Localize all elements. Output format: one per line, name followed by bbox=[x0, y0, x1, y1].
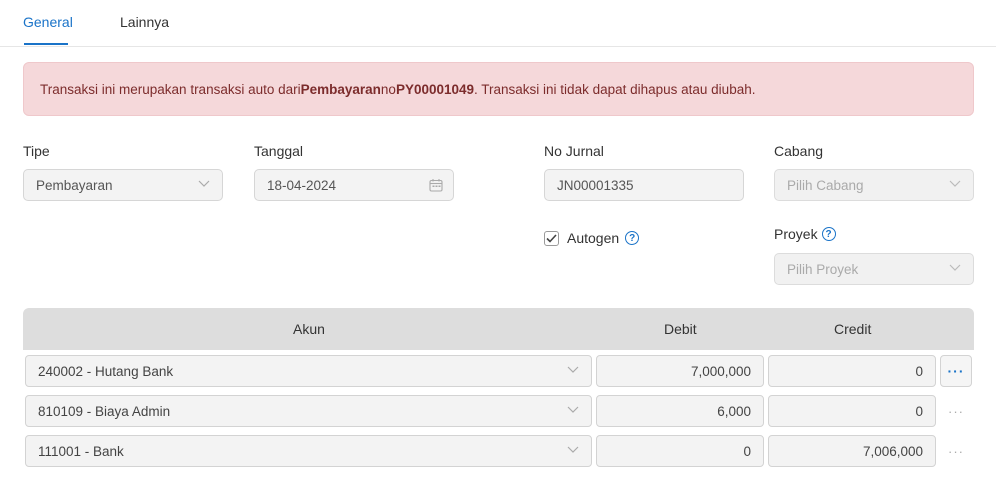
tipe-label: Tipe bbox=[23, 143, 50, 159]
journal-table-header: Akun Debit Credit bbox=[23, 308, 974, 350]
check-icon bbox=[546, 233, 557, 243]
header-credit: Credit bbox=[834, 321, 872, 337]
row-1-credit: 0 bbox=[915, 363, 923, 379]
row-3-debit: 0 bbox=[743, 443, 751, 459]
proyek-label: Proyek bbox=[774, 226, 818, 242]
autogen-row: Autogen ? bbox=[544, 230, 640, 246]
row-1-akun-select[interactable]: 240002 - Hutang Bank bbox=[25, 355, 592, 387]
row-1-akun: 240002 - Hutang Bank bbox=[38, 363, 174, 379]
alert-source-no: PY00001049 bbox=[395, 81, 475, 97]
alert-suffix: . Transaksi ini tidak dapat dihapus atau… bbox=[474, 81, 756, 97]
tanggal-label: Tanggal bbox=[254, 143, 304, 159]
chevron-down-icon bbox=[567, 446, 579, 453]
chevron-down-icon bbox=[567, 406, 579, 413]
row-1-more-button[interactable]: ··· bbox=[940, 355, 972, 387]
cabang-select[interactable]: Pilih Cabang bbox=[774, 169, 974, 201]
help-circle-icon[interactable]: ? bbox=[625, 231, 640, 245]
cabang-placeholder: Pilih Cabang bbox=[787, 177, 864, 193]
row-3-debit-input[interactable]: 0 bbox=[596, 435, 764, 467]
row-2-credit: 0 bbox=[915, 403, 923, 419]
row-1-debit-input[interactable]: 7,000,000 bbox=[596, 355, 764, 387]
proyek-select[interactable]: Pilih Proyek bbox=[774, 253, 974, 285]
no-jurnal-input[interactable]: JN00001335 bbox=[544, 169, 744, 201]
tab-general[interactable]: General bbox=[23, 14, 73, 30]
autogen-label: Autogen bbox=[567, 230, 620, 246]
row-2-more-button[interactable]: ··· bbox=[940, 395, 972, 427]
row-2-akun: 810109 - Biaya Admin bbox=[38, 403, 171, 419]
row-3-akun: 111001 - Bank bbox=[38, 443, 124, 459]
no-jurnal-value: JN00001335 bbox=[557, 177, 634, 193]
tipe-value: Pembayaran bbox=[36, 177, 113, 193]
tanggal-datepicker[interactable]: 18-04-2024 bbox=[254, 169, 454, 201]
more-horizontal-icon: ··· bbox=[947, 363, 965, 379]
row-1-debit: 7,000,000 bbox=[690, 363, 751, 379]
readonly-alert: Transaksi ini merupakan transaksi auto d… bbox=[23, 62, 974, 116]
row-1-credit-input[interactable]: 0 bbox=[768, 355, 936, 387]
calendar-icon[interactable] bbox=[429, 178, 443, 192]
tab-bar: General Lainnya bbox=[0, 0, 996, 47]
row-2-akun-select[interactable]: 810109 - Biaya Admin bbox=[25, 395, 592, 427]
chevron-down-icon bbox=[567, 366, 579, 373]
tipe-select[interactable]: Pembayaran bbox=[23, 169, 223, 201]
tab-lainnya[interactable]: Lainnya bbox=[120, 14, 169, 30]
alert-source-type: Pembayaran bbox=[300, 81, 381, 97]
row-3-akun-select[interactable]: 111001 - Bank bbox=[25, 435, 592, 467]
proyek-label-row: Proyek ? bbox=[774, 226, 836, 242]
autogen-checkbox[interactable] bbox=[544, 230, 559, 246]
cabang-label: Cabang bbox=[774, 143, 824, 159]
help-circle-icon[interactable]: ? bbox=[821, 227, 836, 241]
alert-prefix: Transaksi ini merupakan transaksi auto d… bbox=[40, 81, 301, 97]
row-3-credit-input[interactable]: 7,006,000 bbox=[768, 435, 936, 467]
alert-middle: no bbox=[380, 81, 396, 97]
chevron-down-icon bbox=[949, 180, 961, 187]
header-akun: Akun bbox=[293, 321, 325, 337]
proyek-placeholder: Pilih Proyek bbox=[787, 261, 859, 277]
row-2-debit: 6,000 bbox=[717, 403, 751, 419]
active-tab-indicator bbox=[24, 43, 68, 45]
header-debit: Debit bbox=[664, 321, 697, 337]
more-horizontal-icon: ··· bbox=[948, 403, 964, 419]
row-3-more-button[interactable]: ··· bbox=[940, 435, 972, 467]
tanggal-value: 18-04-2024 bbox=[267, 177, 337, 193]
more-horizontal-icon: ··· bbox=[948, 443, 964, 459]
row-2-debit-input[interactable]: 6,000 bbox=[596, 395, 764, 427]
row-2-credit-input[interactable]: 0 bbox=[768, 395, 936, 427]
row-3-credit: 7,006,000 bbox=[862, 443, 923, 459]
chevron-down-icon bbox=[198, 180, 210, 187]
chevron-down-icon bbox=[949, 264, 961, 271]
no-jurnal-label: No Jurnal bbox=[544, 143, 604, 159]
